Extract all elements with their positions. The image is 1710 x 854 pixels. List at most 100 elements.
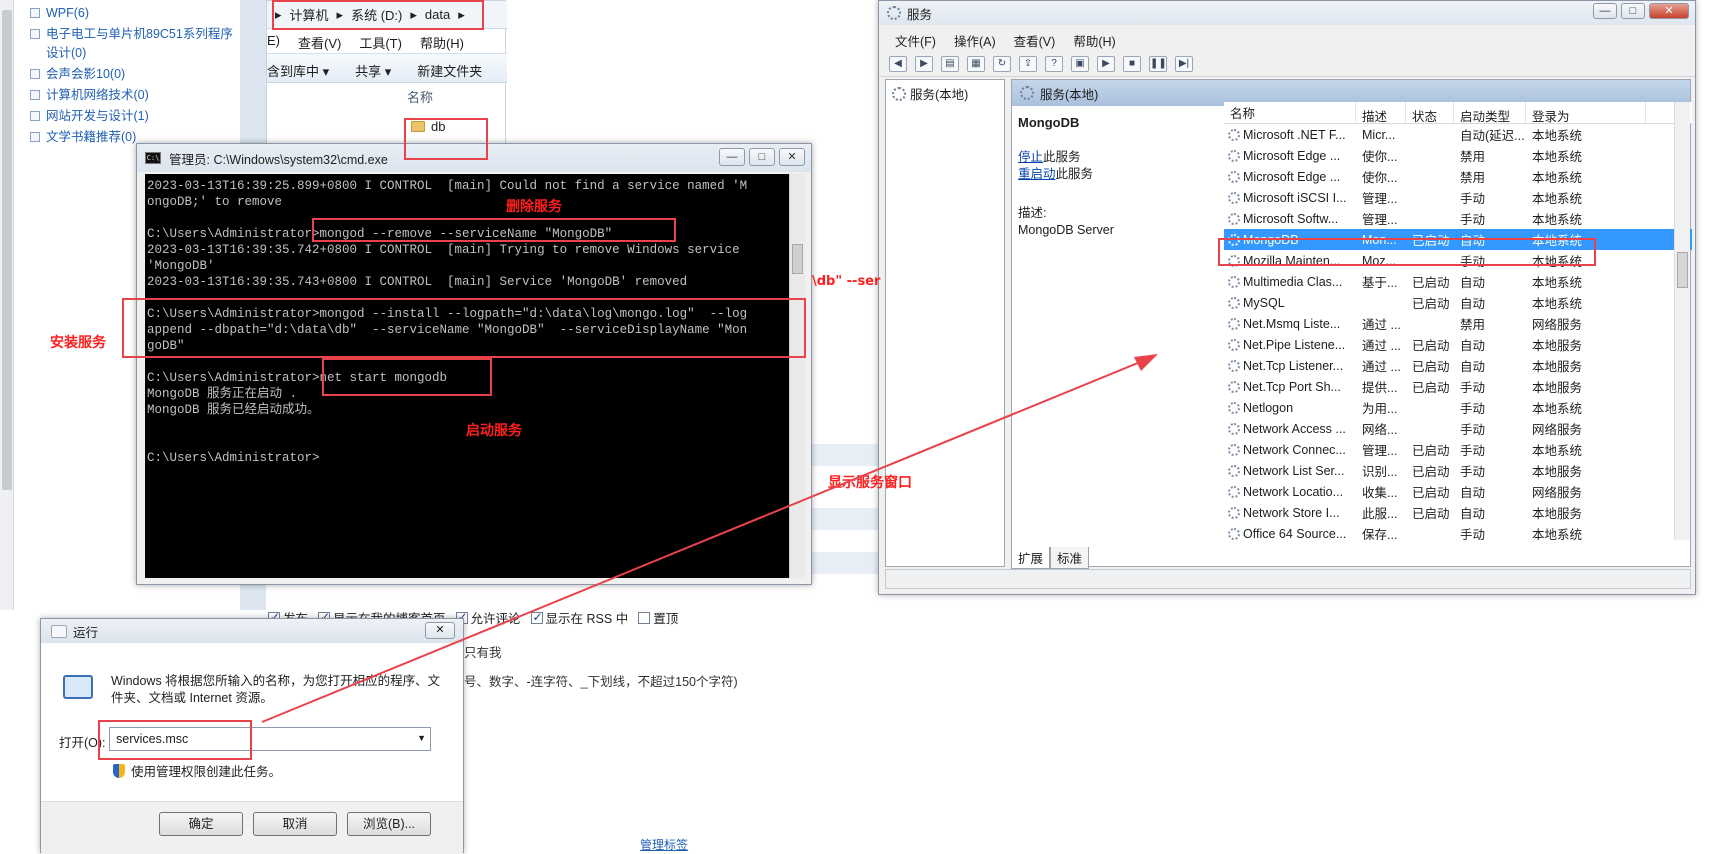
cancel-button[interactable]: 取消 <box>253 812 337 836</box>
cell-status: 已启动 <box>1406 482 1454 501</box>
tab-standard[interactable]: 标准 <box>1050 547 1090 569</box>
category-item[interactable]: WPF(6) <box>30 4 240 23</box>
table-row[interactable]: Netlogon 为用... 手动 本地系统 <box>1224 397 1692 418</box>
table-row[interactable]: Microsoft Edge ... 使你... 禁用 本地系统 <box>1224 145 1692 166</box>
show-hide-icon[interactable]: ▣ <box>1071 55 1089 72</box>
table-row[interactable]: Network Connec... 管理... 已启动 手动 本地系统 <box>1224 439 1692 460</box>
new-folder-button[interactable]: 新建文件夹 <box>417 61 482 79</box>
cell-status-text: 已启动 <box>1412 486 1450 500</box>
run-titlebar[interactable]: 运行 ✕ <box>41 619 463 643</box>
services-menu: 文件(F) 操作(A) 查看(V) 帮助(H) <box>879 27 1695 49</box>
forward-arrow-icon[interactable]: ▶ <box>915 55 933 72</box>
maximize-button[interactable]: □ <box>749 148 775 166</box>
scroll-thumb[interactable] <box>1677 252 1688 288</box>
pin-top-checkbox[interactable]: 置顶 <box>638 608 678 627</box>
table-row[interactable]: Network Access ... 网络... 手动 网络服务 <box>1224 418 1692 439</box>
play-icon[interactable]: ▶ <box>1097 55 1115 72</box>
export-icon[interactable]: ⇪ <box>1019 55 1037 72</box>
table-row[interactable]: Microsoft Softw... 管理... 手动 本地系统 <box>1224 208 1692 229</box>
col-name[interactable]: 名称 <box>1224 102 1356 123</box>
restart-link[interactable]: 重启动 <box>1018 167 1056 181</box>
column-name[interactable]: 名称 <box>407 87 433 106</box>
table-row[interactable]: Network Locatio... 收集... 已启动 自动 网络服务 <box>1224 481 1692 502</box>
minimize-button[interactable]: — <box>1593 3 1617 19</box>
menu-file[interactable]: 文件(F) <box>895 31 936 49</box>
menu-action[interactable]: 操作(A) <box>954 31 996 49</box>
menu-help[interactable]: 帮助(H) <box>1073 31 1115 49</box>
cell-logon: 本地系统 <box>1526 125 1646 144</box>
menu-help[interactable]: 帮助(H) <box>420 33 464 51</box>
help-icon[interactable]: ? <box>1045 55 1063 72</box>
col-status[interactable]: 状态 <box>1406 102 1454 124</box>
cell-name: Microsoft Softw... <box>1224 212 1356 226</box>
table-row[interactable]: Net.Tcp Port Sh... 提供... 已启动 手动 本地服务 <box>1224 376 1692 397</box>
show-rss-checkbox[interactable]: 显示在 RSS 中 <box>530 608 628 627</box>
table-row[interactable]: Microsoft Edge ... 使你... 禁用 本地系统 <box>1224 166 1692 187</box>
stop-icon[interactable]: ■ <box>1123 55 1141 72</box>
table-row[interactable]: Net.Msmq Liste... 通过 ... 禁用 网络服务 <box>1224 313 1692 334</box>
back-arrow-icon[interactable]: ◀ <box>889 55 907 72</box>
scroll-thumb[interactable] <box>2 10 12 490</box>
table-row[interactable]: Network Store I... 此服... 已启动 自动 本地服务 <box>1224 502 1692 523</box>
console-tree-icon[interactable]: ▤ <box>941 55 959 72</box>
console-icon: C:\ <box>145 152 161 164</box>
include-library-button[interactable]: 含到库中 ▾ <box>267 61 329 79</box>
cell-logon-text: 本地系统 <box>1532 129 1583 143</box>
stop-link[interactable]: 停止 <box>1018 150 1043 164</box>
menu-tools[interactable]: 工具(T) <box>359 33 402 51</box>
cell-startup: 自动 <box>1454 272 1526 291</box>
cmd-scrollbar[interactable] <box>789 174 805 578</box>
scroll-thumb[interactable] <box>792 244 803 274</box>
services-titlebar[interactable]: 服务 — □ ✕ <box>879 1 1695 25</box>
table-row[interactable]: Microsoft .NET F... Micr... 自动(延迟... 本地系统 <box>1224 124 1692 145</box>
table-header: 名称 描述 状态 启动类型 登录为 <box>1224 102 1692 124</box>
cell-desc: 基于... <box>1356 272 1406 291</box>
annotation-start: 启动服务 <box>466 423 522 439</box>
gear-icon <box>1228 317 1240 330</box>
selected-service-name: MongoDB <box>1018 115 1080 130</box>
close-button[interactable]: ✕ <box>425 622 455 639</box>
close-button[interactable]: ✕ <box>779 148 805 166</box>
tree-node-local[interactable]: 服务(本地) <box>886 80 1004 107</box>
visibility-option[interactable]: 只有我 <box>464 642 502 661</box>
maximize-button[interactable]: □ <box>1621 3 1645 19</box>
chevron-down-icon[interactable]: ▼ <box>417 733 426 743</box>
gear-icon <box>1228 422 1240 435</box>
category-item[interactable]: 会声会影10(0) <box>30 65 240 84</box>
category-item[interactable]: 计算机网络技术(0) <box>30 86 240 105</box>
category-label: 文学书籍推荐(0) <box>46 130 137 144</box>
services-scrollbar[interactable] <box>1674 102 1690 540</box>
manage-tags-link[interactable]: 管理标签 <box>640 836 688 853</box>
table-row[interactable]: Network List Ser... 识别... 已启动 手动 本地服务 <box>1224 460 1692 481</box>
menu-edit[interactable]: E) <box>267 33 280 49</box>
browse-button[interactable]: 浏览(B)... <box>347 812 431 836</box>
refresh-icon[interactable]: ↻ <box>993 55 1011 72</box>
minimize-button[interactable]: — <box>719 148 745 166</box>
category-item[interactable]: 电子电工与单片机89C51系列程序设计(0) <box>30 25 240 63</box>
col-desc[interactable]: 描述 <box>1356 102 1406 123</box>
table-row[interactable]: Office 64 Source... 保存... 手动 本地系统 <box>1224 523 1692 540</box>
col-startup[interactable]: 启动类型 <box>1454 102 1526 123</box>
menu-view[interactable]: 查看(V) <box>298 33 341 51</box>
restart-icon[interactable]: ▶| <box>1175 55 1193 72</box>
table-row[interactable]: Net.Pipe Listene... 通过 ... 已启动 自动 本地服务 <box>1224 334 1692 355</box>
table-row[interactable]: Net.Tcp Listener... 通过 ... 已启动 自动 本地服务 <box>1224 355 1692 376</box>
cell-startup: 手动 <box>1454 440 1526 459</box>
pause-icon[interactable]: ❚❚ <box>1149 55 1167 72</box>
cell-desc: 管理... <box>1356 209 1406 228</box>
cell-startup: 手动 <box>1454 209 1526 228</box>
table-row[interactable]: Microsoft iSCSI I... 管理... 手动 本地系统 <box>1224 187 1692 208</box>
ok-button[interactable]: 确定 <box>159 812 243 836</box>
allow-comments-checkbox[interactable]: 允许评论 <box>455 608 521 627</box>
menu-view[interactable]: 查看(V) <box>1014 31 1056 49</box>
col-logon[interactable]: 登录为 <box>1526 102 1646 124</box>
tab-extended[interactable]: 扩展 <box>1011 547 1051 569</box>
properties-icon[interactable]: ▦ <box>967 55 985 72</box>
table-row[interactable]: MySQL 已启动 自动 本地系统 <box>1224 292 1692 313</box>
close-button[interactable]: ✕ <box>1649 3 1689 19</box>
blog-scrollbar[interactable] <box>0 0 14 610</box>
share-button[interactable]: 共享 ▾ <box>355 61 391 79</box>
cell-status: 已启动 <box>1406 440 1454 459</box>
table-row[interactable]: Multimedia Clas... 基于... 已启动 自动 本地系统 <box>1224 271 1692 292</box>
category-item[interactable]: 网站开发与设计(1) <box>30 107 240 126</box>
